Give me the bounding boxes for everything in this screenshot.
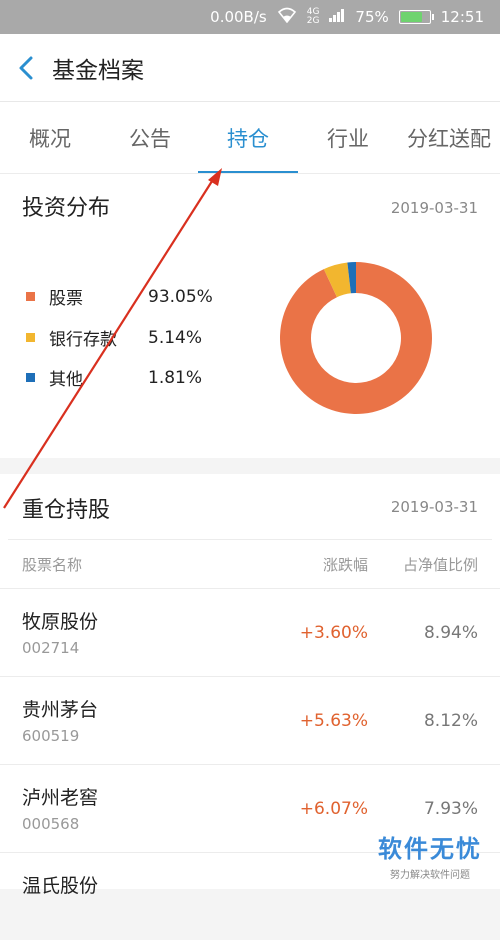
stock-change: +3.60% [300,623,368,643]
distribution-card: 投资分布 2019-03-31 股票 93.05% 银行存款 5.14% 其他 … [0,174,500,458]
legend-swatch [26,373,35,382]
battery-icon [399,10,431,24]
column-header-name: 股票名称 [22,554,82,575]
active-tab-indicator [198,171,298,173]
back-arrow-icon[interactable] [0,34,52,102]
battery-percent: 75% [355,8,388,26]
stock-ratio: 8.94% [424,623,478,643]
stock-name: 贵州茅台 [22,695,98,722]
status-bar: 0.00B/s 4G2G 75% 12:51 [0,0,500,34]
stock-code: 600519 [22,727,79,745]
network-speed: 0.00B/s [210,8,267,26]
stock-change: +5.63% [300,711,368,731]
tab-announcements[interactable]: 公告 [100,102,200,174]
wifi-icon [277,7,297,27]
legend-percent: 1.81% [148,368,202,388]
distribution-date: 2019-03-31 [391,199,478,217]
stock-name: 温氏股份 [22,871,98,898]
holdings-card: 重仓持股 2019-03-31 股票名称 涨跌幅 占净值比例 牧原股份 0027… [0,474,500,889]
app-header: 基金档案 [0,34,500,102]
legend-label: 银行存款 [49,325,117,350]
legend-label: 股票 [49,284,83,309]
stock-name: 牧原股份 [22,607,98,634]
signal-bars-icon [329,8,345,26]
table-row[interactable]: 牧原股份 002714 +3.60% 8.94% [0,588,500,676]
stock-ratio: 7.93% [424,799,478,819]
clock: 12:51 [441,8,484,26]
stock-code: 000568 [22,815,79,833]
watermark-slogan: 努力解决软件问题 [378,866,482,881]
legend-percent: 5.14% [148,328,202,348]
legend-swatch [26,292,35,301]
tab-dividends[interactable]: 分红送配 [398,102,500,174]
signal-icon: 4G2G [307,8,320,26]
watermark-brand: 软件无忧 [378,829,482,864]
distribution-title: 投资分布 [22,190,110,222]
stock-ratio: 8.12% [424,711,478,731]
legend-swatch [26,333,35,342]
stock-change: +6.07% [300,799,368,819]
column-header-ratio: 占净值比例 [403,554,478,575]
table-row[interactable]: 贵州茅台 600519 +5.63% 8.12% [0,676,500,764]
legend-item-stocks: 股票 93.05% [26,284,83,309]
holdings-date: 2019-03-31 [391,498,478,516]
legend-item-other: 其他 1.81% [26,365,83,390]
legend-label: 其他 [49,365,83,390]
stock-name: 泸州老窖 [22,783,98,810]
tab-overview[interactable]: 概况 [0,102,100,174]
tab-bar: 概况 公告 持仓 行业 分红送配 [0,102,500,174]
divider [8,539,492,540]
allocation-donut-chart [278,260,434,416]
watermark-logo: 软件无忧 努力解决软件问题 [378,829,482,881]
legend-item-bank-deposit: 银行存款 5.14% [26,325,117,350]
column-header-change: 涨跌幅 [323,554,368,575]
tab-industry[interactable]: 行业 [298,102,398,174]
legend-percent: 93.05% [148,287,213,307]
holdings-title: 重仓持股 [22,492,110,524]
tab-holdings[interactable]: 持仓 [198,102,298,174]
stock-code: 002714 [22,639,79,657]
page-title: 基金档案 [52,51,144,85]
